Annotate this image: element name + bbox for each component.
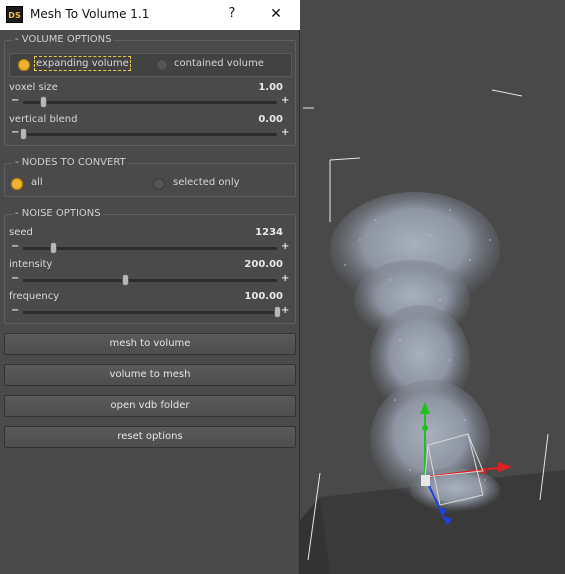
title-bar[interactable]: DS Mesh To Volume 1.1 ? ✕	[0, 0, 300, 30]
volume-to-mesh-button[interactable]: volume to mesh	[4, 364, 296, 386]
3d-viewport[interactable]	[300, 0, 565, 574]
radio-button-contained[interactable]	[156, 59, 168, 71]
radio-label-expanding[interactable]: expanding volume	[34, 56, 131, 71]
volume-cloud	[320, 180, 550, 520]
increment-icon[interactable]: +	[281, 127, 289, 138]
decrement-icon[interactable]: −	[11, 273, 19, 284]
increment-icon[interactable]: +	[281, 273, 289, 284]
radio-button-selected-only[interactable]	[153, 178, 165, 190]
radio-label-contained[interactable]: contained volume	[174, 58, 264, 69]
param-label: intensity	[9, 259, 53, 270]
app-logo-icon: DS	[6, 6, 23, 23]
mesh-to-volume-button[interactable]: mesh to volume	[4, 333, 296, 355]
intensity-slider[interactable]	[23, 274, 277, 286]
param-label: seed	[9, 227, 33, 238]
param-value: 1234	[255, 227, 283, 238]
param-label: frequency	[9, 291, 60, 302]
decrement-icon[interactable]: −	[11, 95, 19, 106]
volume-mode-radio-group: expanding volume contained volume	[9, 53, 292, 77]
param-label: voxel size	[9, 82, 58, 93]
slider-thumb[interactable]	[274, 306, 281, 318]
group-title: - VOLUME OPTIONS	[13, 34, 114, 45]
decrement-icon[interactable]: −	[11, 127, 19, 138]
group-title: - NOISE OPTIONS	[13, 208, 103, 219]
increment-icon[interactable]: +	[281, 95, 289, 106]
slider-thumb[interactable]	[121, 274, 129, 286]
window-title: Mesh To Volume 1.1	[30, 7, 150, 21]
close-icon[interactable]: ✕	[264, 4, 288, 24]
voxel-size-slider[interactable]	[23, 96, 277, 108]
increment-icon[interactable]: +	[281, 305, 289, 316]
slider-thumb[interactable]	[20, 128, 27, 140]
decrement-icon[interactable]: −	[11, 305, 19, 316]
radio-label-all[interactable]: all	[31, 177, 43, 188]
param-value: 100.00	[244, 291, 283, 302]
vertical-blend-slider[interactable]	[20, 128, 277, 140]
viewport-canvas	[300, 89, 565, 574]
radio-button-expanding[interactable]	[18, 59, 30, 71]
question-mark-icon[interactable]: ?	[222, 4, 242, 24]
volume-options-group: - VOLUME OPTIONS expanding volume contai…	[4, 34, 296, 146]
nodes-to-convert-group: - NODES TO CONVERT all selected only	[4, 157, 296, 197]
slider-thumb[interactable]	[40, 96, 48, 108]
seed-slider[interactable]	[23, 242, 277, 254]
noise-options-group: - NOISE OPTIONS seed 1234 − + intensity …	[4, 208, 296, 324]
radio-button-all[interactable]	[11, 178, 23, 190]
open-vdb-folder-button[interactable]: open vdb folder	[4, 395, 296, 417]
param-value: 200.00	[244, 259, 283, 270]
decrement-icon[interactable]: −	[11, 241, 19, 252]
radio-label-selected-only[interactable]: selected only	[173, 177, 240, 188]
slider-thumb[interactable]	[50, 242, 58, 254]
param-value: 0.00	[258, 114, 283, 125]
frequency-slider[interactable]	[23, 306, 281, 318]
mesh-to-volume-dialog: DS Mesh To Volume 1.1 ? ✕ - VOLUME OPTIO…	[0, 0, 300, 574]
reset-options-button[interactable]: reset options	[4, 426, 296, 448]
param-value: 1.00	[258, 82, 283, 93]
param-label: vertical blend	[9, 114, 78, 125]
increment-icon[interactable]: +	[281, 241, 289, 252]
group-title: - NODES TO CONVERT	[13, 157, 128, 168]
